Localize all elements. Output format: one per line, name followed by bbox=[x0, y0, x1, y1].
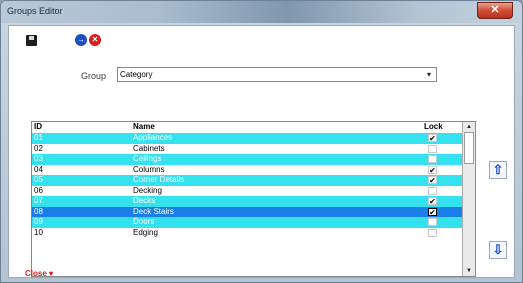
row-id: 02 bbox=[34, 143, 43, 153]
table-row[interactable]: 09 Doors bbox=[32, 217, 462, 228]
title-bar[interactable]: Groups Editor ✕ bbox=[1, 1, 522, 23]
window-title: Groups Editor bbox=[7, 6, 63, 16]
row-name: Appliances bbox=[133, 133, 173, 142]
table-row[interactable]: 01 Appliances ✔ bbox=[32, 133, 462, 144]
row-name: Ceilings bbox=[133, 154, 162, 163]
group-select-value: Category bbox=[120, 70, 153, 79]
add-icon[interactable]: → bbox=[75, 34, 87, 46]
column-header-name[interactable]: Name bbox=[133, 122, 155, 131]
lock-checkbox[interactable] bbox=[428, 155, 437, 163]
delete-icon[interactable]: ✕ bbox=[89, 34, 101, 46]
column-header-lock[interactable]: Lock bbox=[424, 122, 443, 131]
row-id: 03 bbox=[34, 154, 43, 163]
row-id: 06 bbox=[34, 185, 43, 195]
client-area: → ✕ Group Category ▾ ID Name Lock 01 Appl… bbox=[8, 25, 515, 278]
row-id: 05 bbox=[34, 175, 43, 184]
arrow-down-icon[interactable]: ⇩ bbox=[489, 241, 507, 259]
table-row[interactable]: 10 Edging bbox=[32, 227, 462, 238]
row-id: 01 bbox=[34, 133, 43, 142]
row-name: Corner Details bbox=[133, 175, 185, 184]
save-icon[interactable] bbox=[26, 35, 37, 46]
row-id: 07 bbox=[34, 196, 43, 205]
row-id: 08 bbox=[34, 206, 43, 216]
row-id: 09 bbox=[34, 217, 43, 226]
scroll-up-icon[interactable]: ▲ bbox=[463, 122, 475, 132]
vertical-scrollbar[interactable]: ▲ ▼ bbox=[463, 122, 475, 276]
group-label: Group bbox=[81, 71, 107, 81]
close-menu-button[interactable]: Close ▾ bbox=[25, 269, 53, 278]
table-row[interactable]: 06 Decking bbox=[32, 185, 462, 196]
row-name: Decking bbox=[133, 185, 162, 195]
row-name: Deck Stairs bbox=[133, 206, 174, 216]
window-close-button[interactable]: ✕ bbox=[477, 2, 513, 19]
lock-checkbox[interactable]: ✔ bbox=[428, 207, 437, 216]
row-name: Columns bbox=[133, 164, 165, 174]
lock-checkbox[interactable]: ✔ bbox=[428, 176, 437, 185]
groups-editor-window: Groups Editor ✕ → ✕ Group Category ▾ ID … bbox=[0, 0, 523, 283]
lock-checkbox[interactable] bbox=[428, 144, 437, 153]
row-id: 10 bbox=[34, 227, 43, 237]
scroll-down-icon[interactable]: ▼ bbox=[463, 266, 475, 276]
row-name: Decks bbox=[133, 196, 156, 205]
table-row[interactable]: 04 Columns ✔ bbox=[32, 164, 462, 175]
table-row[interactable]: 07 Decks ✔ bbox=[32, 196, 462, 207]
chevron-down-icon[interactable]: ▾ bbox=[427, 68, 431, 81]
row-id: 04 bbox=[34, 164, 43, 174]
arrow-up-icon[interactable]: ⇧ bbox=[489, 161, 507, 179]
row-name: Doors bbox=[133, 217, 155, 226]
lock-checkbox[interactable] bbox=[428, 228, 437, 237]
table-row[interactable]: 05 Corner Details ✔ bbox=[32, 175, 462, 186]
column-header-id[interactable]: ID bbox=[34, 122, 42, 131]
scroll-thumb[interactable] bbox=[464, 132, 474, 164]
group-select[interactable]: Category ▾ bbox=[117, 67, 437, 82]
groups-grid: ID Name Lock 01 Appliances ✔ 02 Cabinets 03 Ce… bbox=[31, 121, 476, 277]
lock-checkbox[interactable]: ✔ bbox=[428, 197, 437, 206]
lock-checkbox[interactable]: ✔ bbox=[428, 165, 437, 174]
table-row[interactable]: 08 Deck Stairs ✔ bbox=[32, 206, 462, 217]
grid-header: ID Name Lock bbox=[32, 122, 462, 132]
row-name: Edging bbox=[133, 227, 158, 237]
table-row[interactable]: 03 Ceilings bbox=[32, 154, 462, 165]
lock-checkbox[interactable] bbox=[428, 218, 437, 226]
table-row[interactable]: 02 Cabinets bbox=[32, 143, 462, 154]
row-name: Cabinets bbox=[133, 143, 165, 153]
lock-checkbox[interactable] bbox=[428, 186, 437, 195]
lock-checkbox[interactable]: ✔ bbox=[428, 134, 437, 143]
